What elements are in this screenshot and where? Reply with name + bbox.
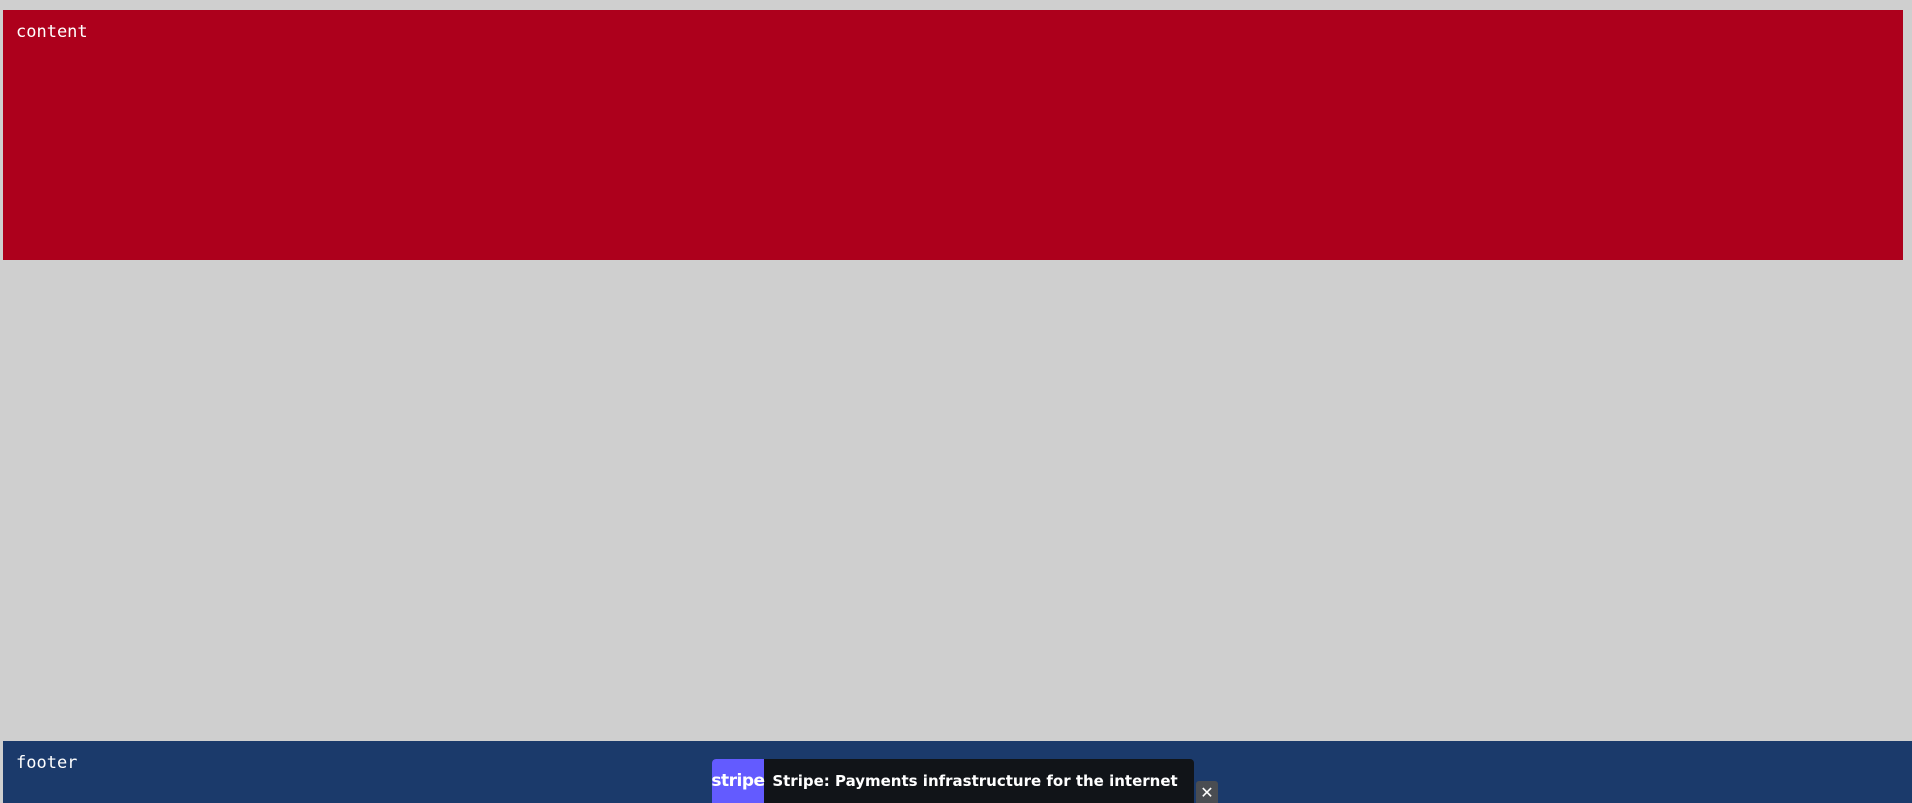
content-label: content: [16, 22, 88, 42]
footer-label: footer: [16, 753, 78, 773]
stripe-ad-banner[interactable]: stripe Stripe: Payments infrastructure f…: [712, 759, 1194, 803]
content-section: content: [3, 10, 1903, 260]
stripe-logo: stripe: [712, 759, 765, 803]
ad-text[interactable]: Stripe: Payments infrastructure for the …: [764, 772, 1194, 790]
close-icon[interactable]: ✕: [1196, 781, 1218, 803]
